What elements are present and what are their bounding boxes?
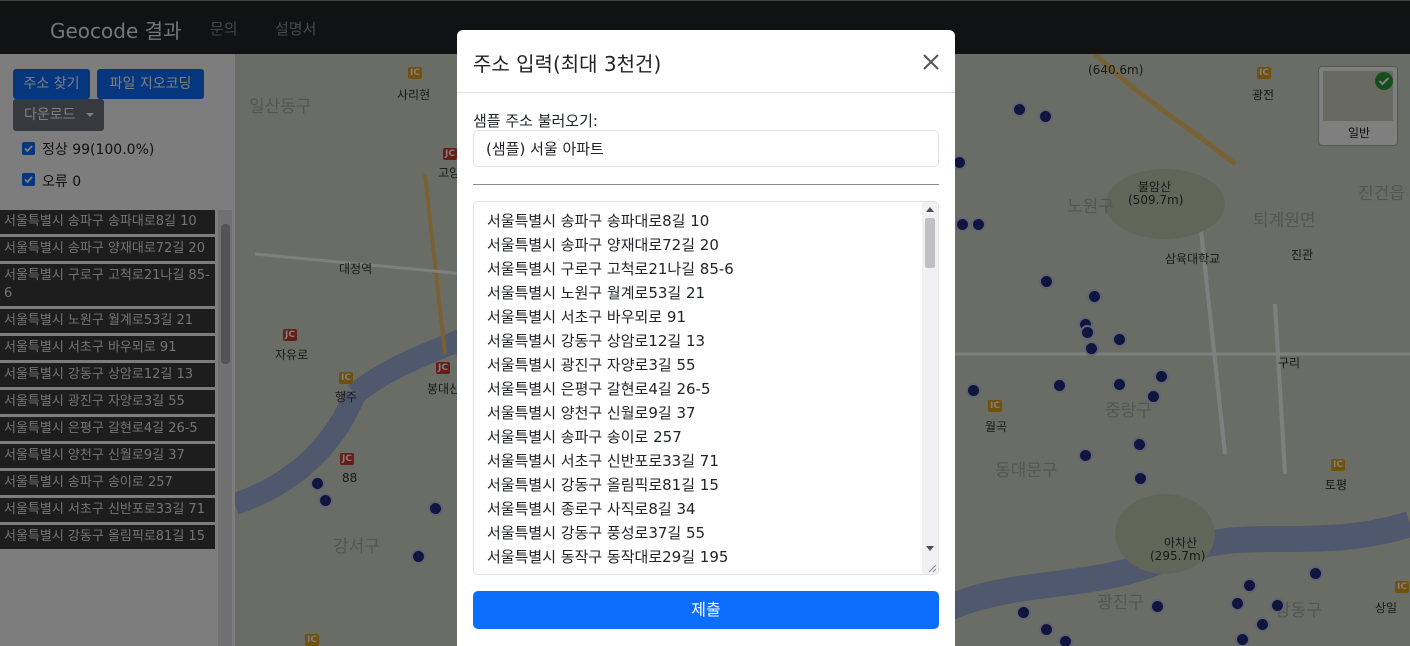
sample-label: 샘플 주소 불러오기:	[473, 112, 598, 130]
modal-header: 주소 입력(최대 3천건)	[457, 30, 955, 93]
address-lines: 서울특별시 송파구 송파대로8길 10 서울특별시 송파구 양재대로72길 20…	[487, 209, 917, 569]
address-textarea[interactable]: 서울특별시 송파구 송파대로8길 10 서울특별시 송파구 양재대로72길 20…	[473, 201, 939, 575]
address-line: 서울특별시 강동구 올림픽로81길 15	[487, 476, 719, 494]
submit-button[interactable]: 제출	[473, 591, 939, 629]
address-line: 서울특별시 서초구 신반포로33길 71	[487, 452, 719, 470]
textarea-scrollbar-thumb[interactable]	[925, 218, 935, 268]
address-line: 서울특별시 종로구 사직로8길 34	[487, 500, 696, 518]
address-line: 서울특별시 은평구 갈현로4길 26-5	[487, 380, 711, 398]
sample-select[interactable]: (샘플) 서울 아파트	[473, 130, 939, 167]
address-line: 서울특별시 노원구 월계로53길 21	[487, 284, 706, 302]
scroll-down-icon[interactable]	[926, 546, 934, 551]
address-line: 서울특별시 서초구 바우뫼로 91	[487, 308, 686, 326]
address-line: 서울특별시 송파구 송파대로8길 10	[487, 212, 710, 230]
address-line: 서울특별시 송파구 송이로 257	[487, 428, 682, 446]
resize-grip-icon[interactable]	[926, 562, 937, 573]
textarea-scrollbar[interactable]	[922, 202, 938, 574]
scroll-up-icon[interactable]	[926, 207, 934, 212]
address-line: 서울특별시 양천구 신월로9길 37	[487, 404, 696, 422]
address-input-modal: 주소 입력(최대 3천건) 샘플 주소 불러오기: (샘플) 서울 아파트 서울…	[457, 30, 955, 646]
address-line: 서울특별시 강동구 풍성로37길 55	[487, 524, 706, 542]
modal-title: 주소 입력(최대 3천건)	[473, 52, 662, 76]
divider	[473, 184, 939, 185]
address-line: 서울특별시 송파구 양재대로72길 20	[487, 236, 719, 254]
address-line: 서울특별시 광진구 자양로3길 55	[487, 356, 696, 374]
address-line: 서울특별시 동작구 동작대로29길 195	[487, 548, 729, 566]
close-icon[interactable]	[919, 50, 943, 74]
address-line: 서울특별시 강동구 상암로12길 13	[487, 332, 706, 350]
address-line: 서울특별시 구로구 고척로21나길 85-6	[487, 260, 734, 278]
